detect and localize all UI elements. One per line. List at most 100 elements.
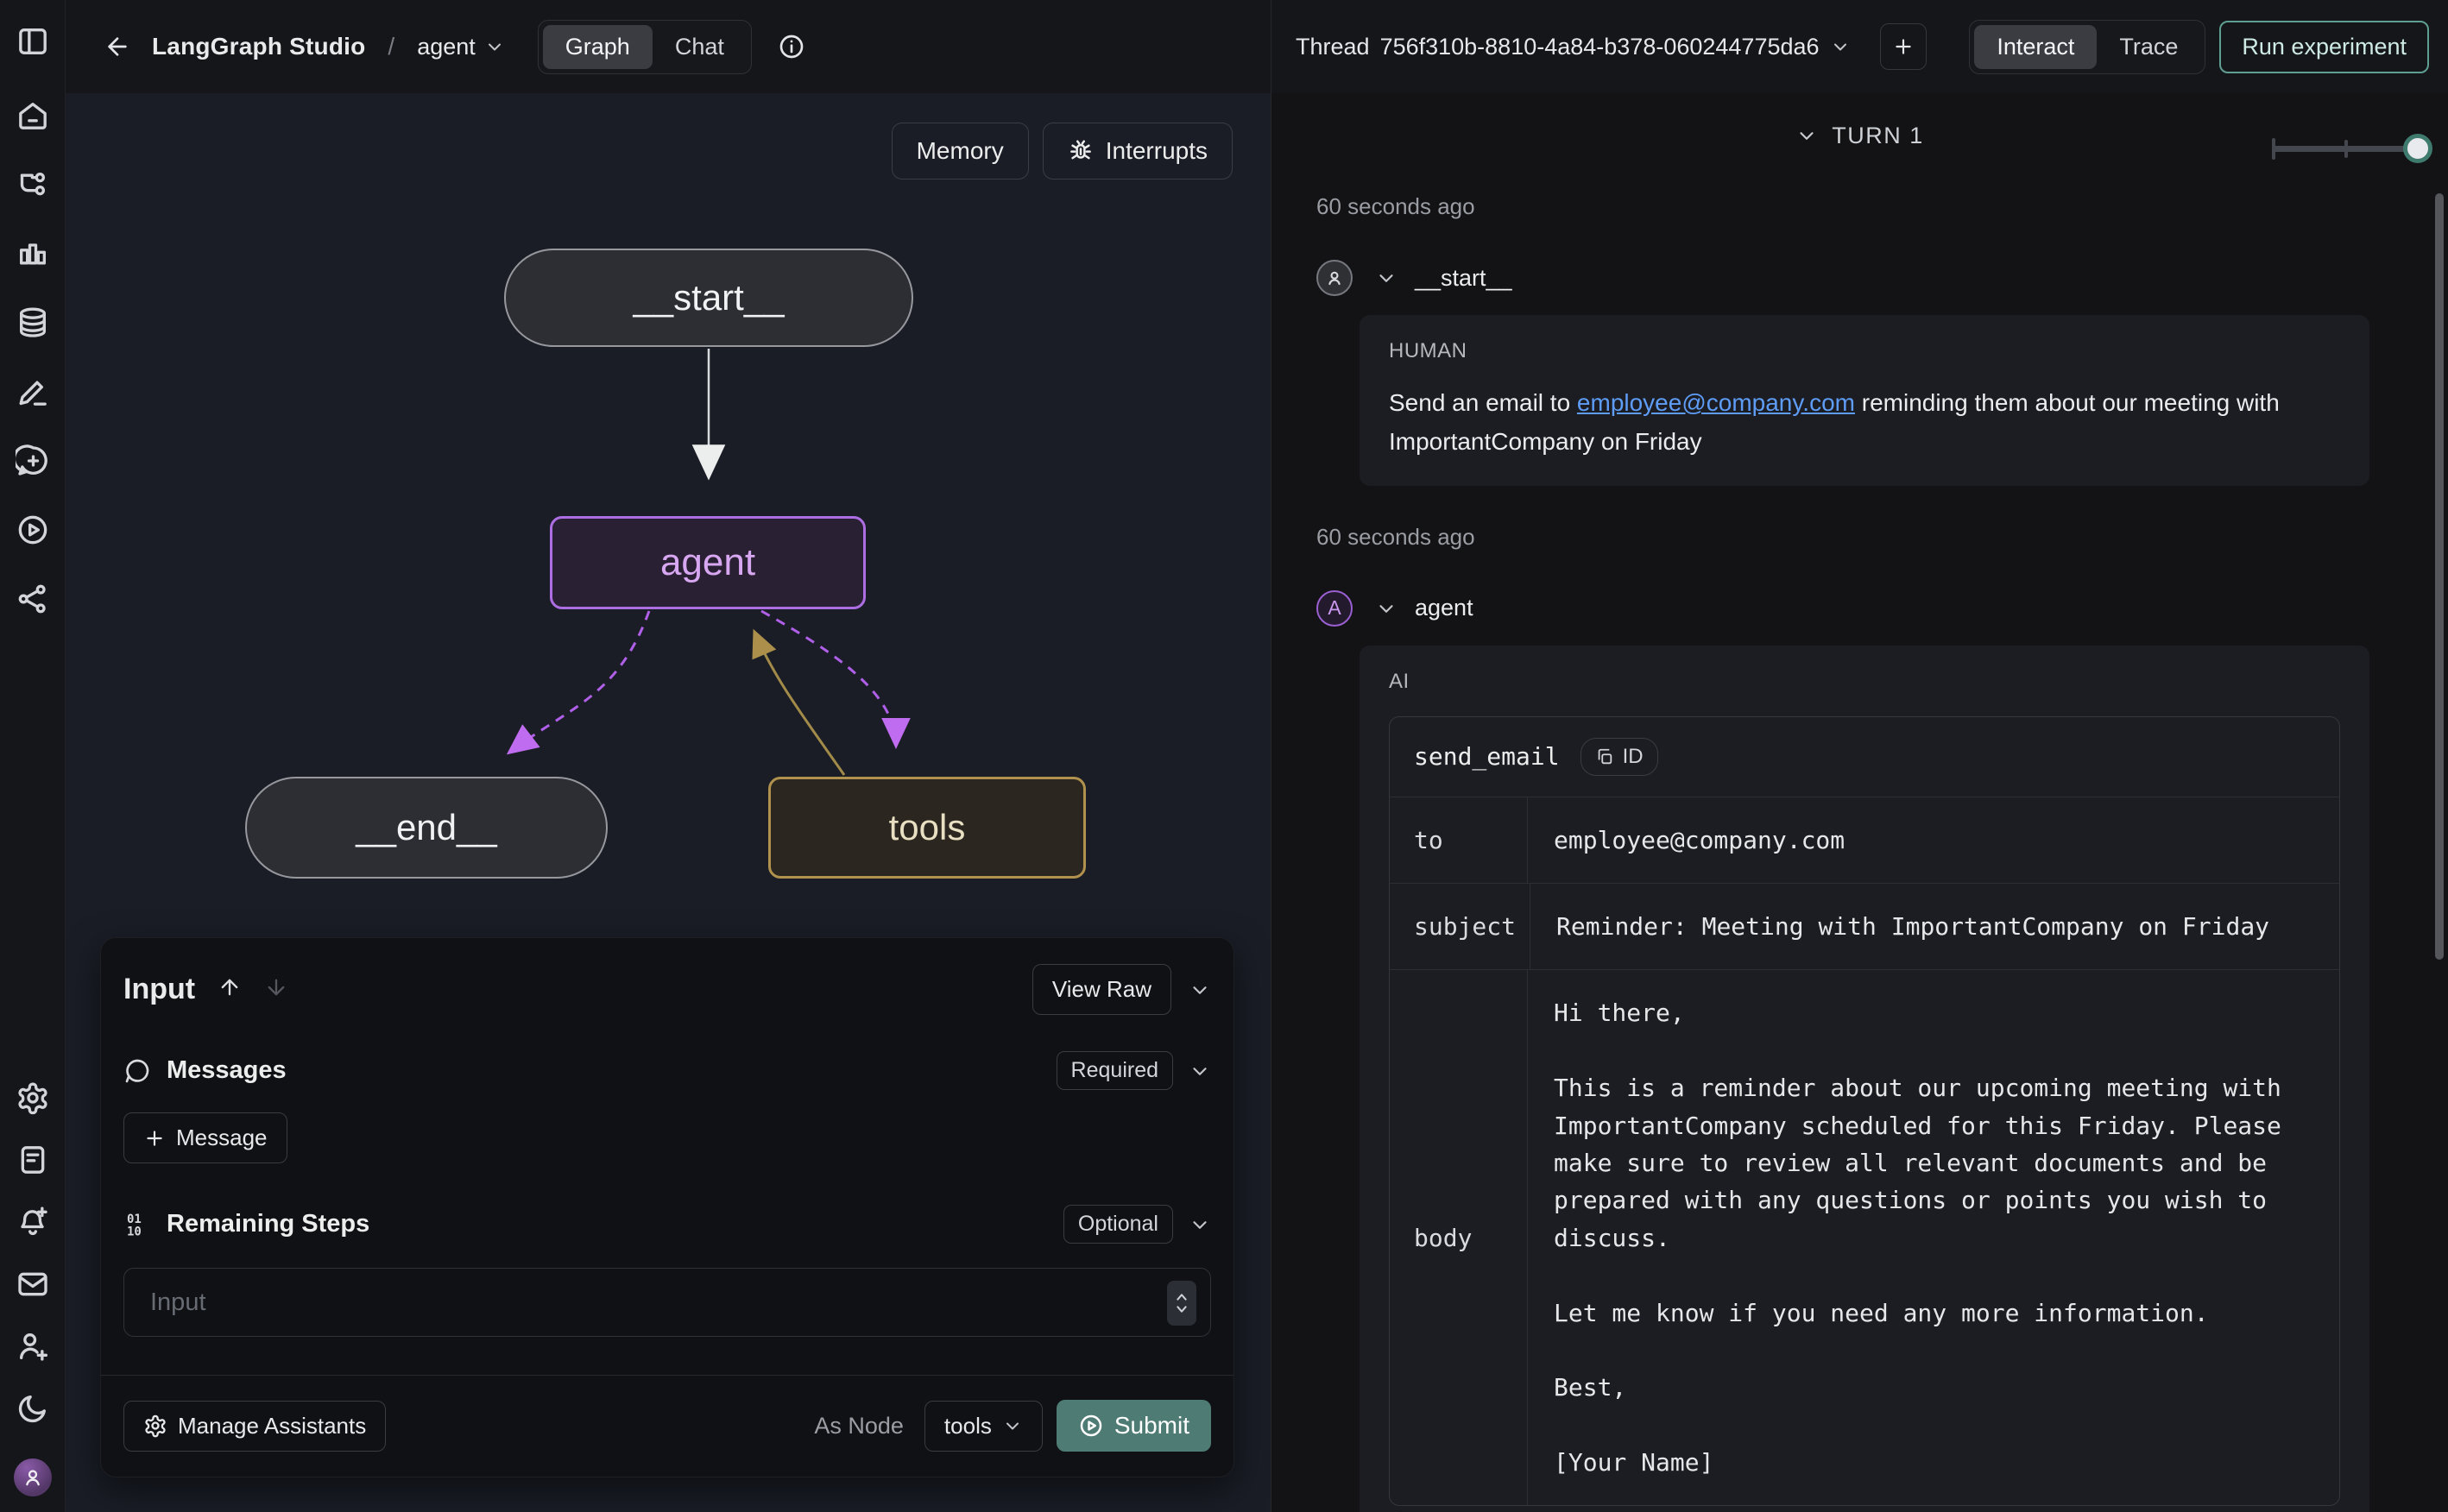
input-panel-header: Input View Raw <box>123 964 1211 1015</box>
arrow-down-icon <box>264 975 288 999</box>
analytics-button[interactable] <box>16 236 50 271</box>
event-node-name: agent <box>1415 595 1473 621</box>
remaining-steps-input-wrap <box>123 1268 1211 1337</box>
mail-button[interactable] <box>16 1267 50 1301</box>
dark-mode-button[interactable] <box>16 1391 50 1426</box>
play-circle-icon <box>16 513 50 547</box>
icon-sidebar <box>0 0 66 1512</box>
event-header-agent[interactable]: A agent <box>1316 590 2448 627</box>
email-link[interactable]: employee@company.com <box>1577 389 1855 416</box>
arg-label: body <box>1390 970 1528 1505</box>
move-down-button[interactable] <box>264 975 288 1004</box>
collapse-panel-icon[interactable] <box>1189 979 1211 1001</box>
tool-arg-row-subject: subject Reminder: Meeting with Important… <box>1390 884 2339 970</box>
message-text-prefix: Send an email to <box>1389 389 1577 416</box>
edge-tools-agent <box>754 632 844 775</box>
notes-button[interactable] <box>16 1143 50 1177</box>
id-chip-label: ID <box>1623 745 1644 769</box>
user-avatar[interactable] <box>14 1458 52 1496</box>
edge-agent-tools <box>761 611 896 746</box>
svg-text:10: 10 <box>127 1225 142 1238</box>
input-panel-title: Input <box>123 973 195 1006</box>
top-bar-left: LangGraph Studio / agent Graph Chat <box>66 0 1271 93</box>
plus-icon <box>143 1127 166 1150</box>
message-plus-icon <box>16 444 50 478</box>
workflow-icon <box>16 167 50 202</box>
stepper-up-icon <box>1175 1292 1189 1302</box>
graph-node-agent[interactable]: agent <box>550 516 866 609</box>
binary-icon: 0110 <box>123 1211 151 1238</box>
new-thread-button[interactable] <box>1880 23 1927 70</box>
info-button[interactable] <box>778 33 805 60</box>
graph-share-button[interactable] <box>16 582 50 616</box>
info-icon <box>778 33 805 60</box>
main-area: LangGraph Studio / agent Graph Chat Thre… <box>66 0 2448 1512</box>
manage-assistants-button[interactable]: Manage Assistants <box>123 1401 386 1452</box>
scrollbar-thumb[interactable] <box>2435 193 2444 960</box>
graph-node-end[interactable]: __end__ <box>245 777 608 879</box>
add-message-button[interactable]: Message <box>123 1112 287 1163</box>
settings-button[interactable] <box>16 1080 50 1115</box>
top-bar-right: Thread 756f310b-8810-4a84-b378-060244775… <box>1271 0 2448 93</box>
chevron-down-icon <box>1375 597 1398 620</box>
slider-knob[interactable] <box>2403 134 2432 163</box>
datasets-button[interactable] <box>16 306 50 340</box>
workflow-button[interactable] <box>16 167 50 202</box>
arg-label: subject <box>1390 884 1530 969</box>
tab-graph[interactable]: Graph <box>543 25 653 69</box>
panel-left-icon <box>16 24 50 59</box>
share-network-icon <box>16 582 50 616</box>
sidebar-toggle-button[interactable] <box>16 24 50 59</box>
turn-label: TURN 1 <box>1832 123 1924 149</box>
pencil-line-icon <box>16 375 50 409</box>
number-stepper[interactable] <box>1167 1281 1196 1326</box>
arrow-left-icon <box>104 33 131 60</box>
submit-button[interactable]: Submit <box>1057 1400 1211 1452</box>
timestamp: 60 seconds ago <box>1316 524 2448 551</box>
event-header-start[interactable]: __start__ <box>1316 260 2448 296</box>
start-avatar <box>1316 260 1353 296</box>
tab-interact[interactable]: Interact <box>1974 25 2097 69</box>
steps-collapse-icon[interactable] <box>1189 1213 1211 1236</box>
graph-selector-dropdown[interactable]: agent <box>417 34 505 60</box>
run-experiment-button[interactable]: Run experiment <box>2219 21 2429 73</box>
slider-track[interactable] <box>2272 146 2413 152</box>
messages-collapse-icon[interactable] <box>1189 1060 1211 1082</box>
view-raw-button[interactable]: View Raw <box>1032 964 1171 1015</box>
tool-arg-row-body: body Hi there, This is a reminder about … <box>1390 970 2339 1505</box>
graph-canvas[interactable]: Memory Interrupts <box>66 93 1271 1512</box>
memory-label: Memory <box>917 137 1004 165</box>
invite-user-button[interactable] <box>16 1329 50 1364</box>
arg-value-text: Reminder: Meeting with ImportantCompany … <box>1556 908 2292 945</box>
thread-selector-dropdown[interactable]: Thread 756f310b-8810-4a84-b378-060244775… <box>1296 34 1851 60</box>
interrupts-button[interactable]: Interrupts <box>1043 123 1233 180</box>
chevron-down-icon <box>1375 267 1398 289</box>
arg-label: to <box>1390 797 1528 883</box>
thread-id: 756f310b-8810-4a84-b378-060244775da6 <box>1380 34 1820 60</box>
back-button[interactable] <box>104 33 131 60</box>
mail-icon <box>16 1267 50 1301</box>
tool-name: send_email <box>1414 742 1560 771</box>
as-node-dropdown[interactable]: tools <box>924 1401 1043 1452</box>
runs-button[interactable] <box>16 513 50 547</box>
copy-id-button[interactable]: ID <box>1580 738 1658 776</box>
manage-assistants-label: Manage Assistants <box>178 1413 366 1440</box>
stepper-down-icon <box>1175 1304 1189 1314</box>
graph-node-tools[interactable]: tools <box>768 777 1086 879</box>
home-button[interactable] <box>16 98 50 133</box>
tool-call-header: send_email ID <box>1390 717 2339 797</box>
history-slider[interactable] <box>2272 133 2426 164</box>
tab-chat[interactable]: Chat <box>653 25 747 69</box>
annotate-button[interactable] <box>16 375 50 409</box>
tab-trace[interactable]: Trace <box>2097 25 2200 69</box>
new-chat-button[interactable] <box>16 444 50 478</box>
as-node-label: As Node <box>814 1413 904 1440</box>
memory-button[interactable]: Memory <box>892 123 1029 180</box>
move-up-button[interactable] <box>218 975 242 1004</box>
remaining-steps-input[interactable] <box>150 1288 1150 1317</box>
app-title: LangGraph Studio <box>152 33 365 60</box>
graph-node-start[interactable]: __start__ <box>504 249 913 347</box>
notifications-button[interactable] <box>16 1205 50 1239</box>
gear-icon <box>16 1080 50 1115</box>
person-icon <box>1323 267 1346 289</box>
